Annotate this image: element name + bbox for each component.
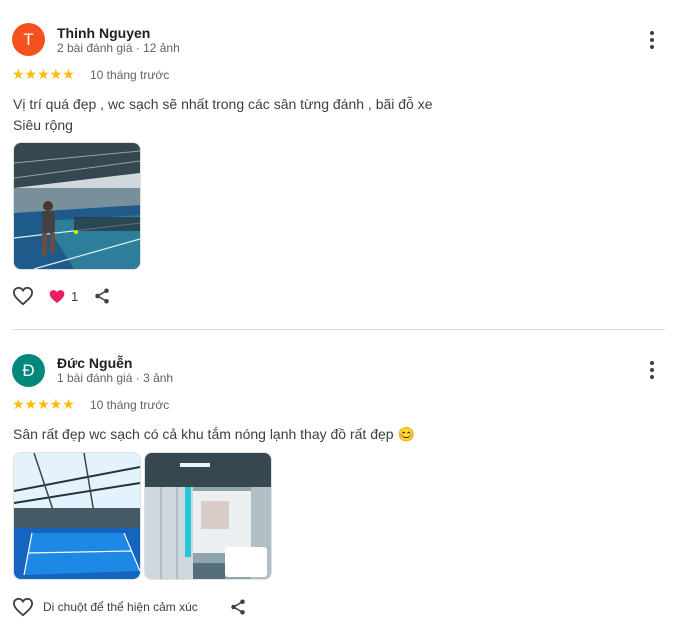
avatar[interactable]: Đ [12, 354, 45, 387]
review-text-line: Sân rất đẹp wc sạch có cả khu tắm nóng l… [13, 426, 394, 442]
react-hint: Di chuột để thể hiện cảm xúc [43, 600, 198, 614]
review-photo[interactable] [13, 452, 141, 580]
more-vert-icon [650, 361, 654, 365]
author-meta: 1 bài đánh giá · 3 ảnh [57, 371, 174, 385]
share-icon [231, 599, 245, 615]
more-options-button[interactable] [640, 358, 664, 382]
review-photo[interactable] [144, 452, 272, 580]
heart-outline-icon [12, 597, 34, 617]
smile-emoji-icon: 😊 [397, 426, 415, 442]
review-text: Sân rất đẹp wc sạch có cả khu tắm nóng l… [13, 424, 663, 445]
star-rating: ★★★★★ [12, 397, 75, 411]
avatar-initial: Đ [22, 360, 35, 380]
stars: ★★★★★ [12, 396, 75, 412]
review-card: Đ Đức Nguễn 1 bài đánh giá · 3 ảnh ★★★★★… [0, 0, 688, 626]
like-button[interactable] [12, 597, 34, 617]
review-time: 10 tháng trước [90, 398, 170, 412]
share-button[interactable] [229, 598, 247, 616]
author-name[interactable]: Đức Nguễn [57, 355, 132, 371]
